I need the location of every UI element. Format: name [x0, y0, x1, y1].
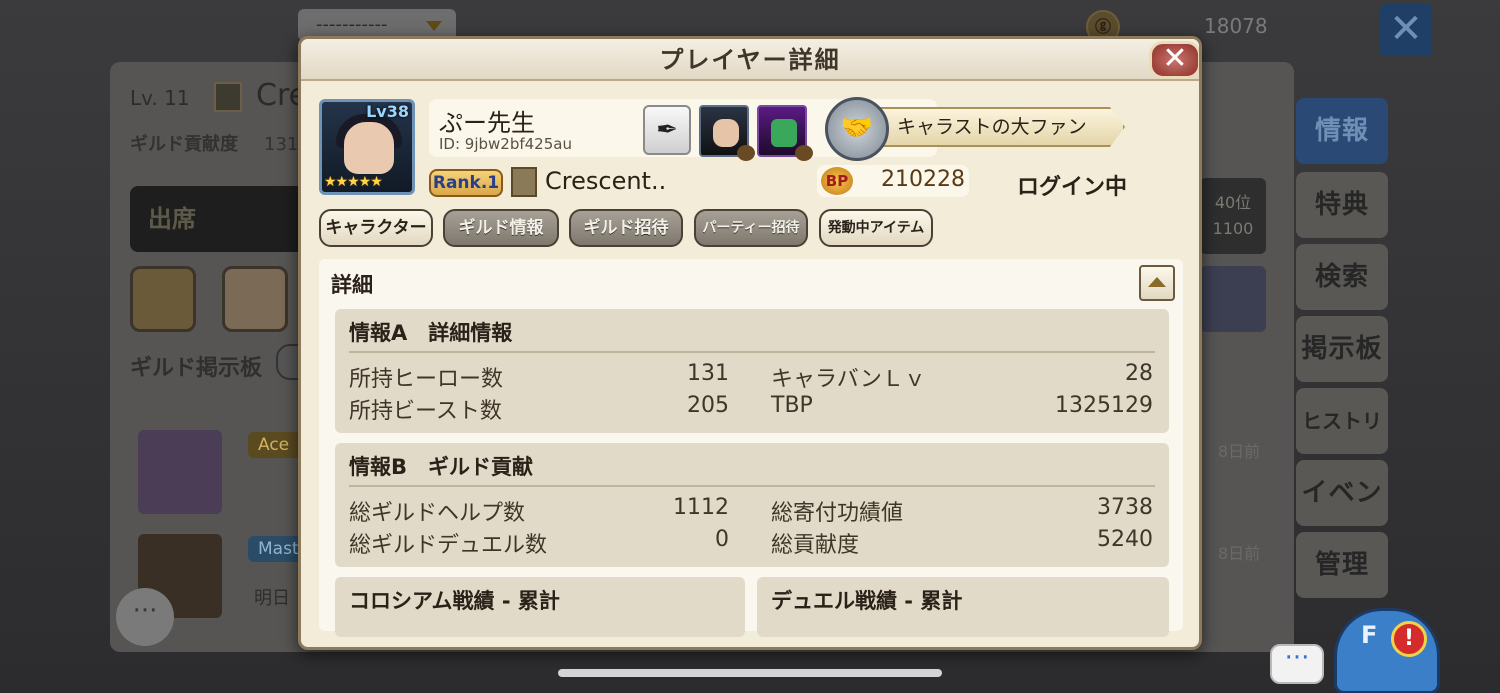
- active-items-button[interactable]: 発動中アイテム: [819, 209, 933, 247]
- divider: [349, 351, 1155, 353]
- guild-menu-icon[interactable]: [130, 266, 196, 332]
- player-id: ID: 9jbw2bf425au: [439, 135, 572, 153]
- stat-value: 28: [1125, 361, 1153, 386]
- party-invite-button[interactable]: パーティー招待: [694, 209, 808, 247]
- post-time: 8日前: [1218, 544, 1261, 563]
- beast-face: [771, 119, 797, 147]
- guild-board-title: ギルド掲示板: [130, 356, 263, 381]
- coliseum-heading: コロシアム戦績 - 累計: [349, 589, 560, 613]
- side-tab-manage[interactable]: 管理: [1296, 532, 1388, 598]
- attendance-label: 出席: [148, 205, 196, 233]
- stat-label: 総寄付功績値: [771, 501, 904, 526]
- divider: [349, 485, 1155, 487]
- side-tab-history[interactable]: ヒストリー: [1296, 388, 1388, 499]
- stat-label: キャラバンＬｖ: [771, 367, 926, 392]
- side-tab-rewards[interactable]: 特典: [1296, 172, 1388, 238]
- assistant-robot-button[interactable]: F !: [1334, 608, 1440, 693]
- edit-button[interactable]: ✒: [643, 105, 691, 155]
- chat-icon[interactable]: ···: [116, 588, 174, 646]
- stat-value: 0: [715, 527, 729, 552]
- guild-info-button[interactable]: ギルド情報: [443, 209, 559, 247]
- stat-label: TBP: [771, 393, 813, 418]
- guild-beast-icon[interactable]: [222, 266, 288, 332]
- side-tab-search[interactable]: 検索: [1296, 244, 1388, 310]
- stat-value: 205: [687, 393, 729, 418]
- rank-badge: Rank.1: [429, 169, 503, 197]
- post-time: 8日前: [1218, 442, 1261, 461]
- guild-level: Lv. 11: [130, 86, 190, 110]
- board-scrollbar[interactable]: [1280, 400, 1285, 630]
- close-button[interactable]: ✕: [1149, 41, 1199, 79]
- pen-icon: ✒: [656, 115, 678, 145]
- stat-label: 所持ビースト数: [349, 399, 502, 424]
- portrait-level: Lv38: [366, 102, 409, 121]
- stat-value: 1112: [673, 495, 729, 520]
- stat-label: 所持ヒーロー数: [349, 367, 504, 392]
- home-indicator[interactable]: [558, 669, 942, 677]
- portrait-face: [344, 122, 394, 174]
- player-name: ぷー先生: [439, 109, 535, 137]
- detail-title: 詳細: [331, 273, 373, 297]
- stat-value: 5240: [1097, 527, 1153, 552]
- stat-value: 1325129: [1055, 393, 1153, 418]
- stat-label: 総ギルドデュエル数: [349, 533, 548, 558]
- guild-emblem-icon: [214, 82, 242, 112]
- chevron-down-icon: [426, 21, 442, 31]
- guild-banner: [1200, 266, 1266, 332]
- player-title: キャラストの大ファン: [897, 116, 1087, 138]
- login-status: ログイン中: [1017, 175, 1128, 200]
- attendance-button[interactable]: 出席: [130, 186, 310, 252]
- side-tab-event[interactable]: イベント: [1296, 460, 1388, 574]
- close-icon[interactable]: ✕: [1380, 4, 1432, 56]
- chevron-up-icon: [1148, 277, 1166, 287]
- close-icon: ✕: [1162, 41, 1188, 76]
- side-tab-info[interactable]: 情報: [1296, 98, 1388, 164]
- guild-rank-points: 1100: [1212, 219, 1254, 238]
- guild-contribution: ギルド貢献度 1318: [130, 130, 310, 156]
- hero-face: [713, 119, 739, 147]
- info-b-heading: 情報B ギルド貢献: [349, 455, 534, 479]
- guild-emblem-icon: [511, 167, 537, 197]
- guild-rank-box: 40位 1100: [1200, 178, 1266, 254]
- stat-value: 131: [687, 361, 729, 386]
- side-tab-board[interactable]: 掲示板: [1296, 316, 1388, 382]
- filter-dropdown-label: -----------: [316, 14, 388, 35]
- paw-icon: [737, 145, 755, 161]
- info-a-heading: 情報A 詳細情報: [349, 321, 513, 345]
- alert-icon: !: [1391, 621, 1427, 657]
- board-post-avatar: [138, 430, 222, 514]
- guild-invite-button[interactable]: ギルド招待: [569, 209, 683, 247]
- player-detail-modal: プレイヤー詳細 ✕ Lv38 ★★★★★ ぷー先生 ID: 9jbw2bf425…: [298, 36, 1202, 650]
- guild-rank: 40位: [1214, 193, 1252, 212]
- title-banner: キャラストの大ファン: [873, 107, 1125, 147]
- stat-label: 総ギルドヘルプ数: [349, 501, 526, 526]
- robot-label: F: [1361, 621, 1378, 649]
- collapse-button[interactable]: [1139, 265, 1175, 301]
- bp-value: 210228: [881, 167, 965, 192]
- modal-title: プレイヤー詳細: [301, 39, 1199, 81]
- chat-bubble-icon[interactable]: ···: [1270, 644, 1324, 684]
- paw-icon: [795, 145, 813, 161]
- character-button[interactable]: キャラクター: [319, 209, 433, 247]
- player-portrait[interactable]: Lv38 ★★★★★: [319, 99, 415, 195]
- stat-label: 総貢献度: [771, 533, 860, 558]
- guild-contribution-label: ギルド貢献度: [130, 134, 238, 155]
- stat-value: 3738: [1097, 495, 1153, 520]
- bp-icon: BP: [821, 167, 853, 195]
- duel-heading: デュエル戦績 - 累計: [771, 589, 963, 613]
- post-text: 明日: [254, 588, 290, 609]
- star-rating-icon: ★★★★★: [324, 174, 383, 190]
- handshake-emblem-icon: 🤝: [825, 97, 889, 161]
- currency-count: 18078: [1204, 14, 1268, 38]
- guild-name: Crescent..: [545, 167, 667, 195]
